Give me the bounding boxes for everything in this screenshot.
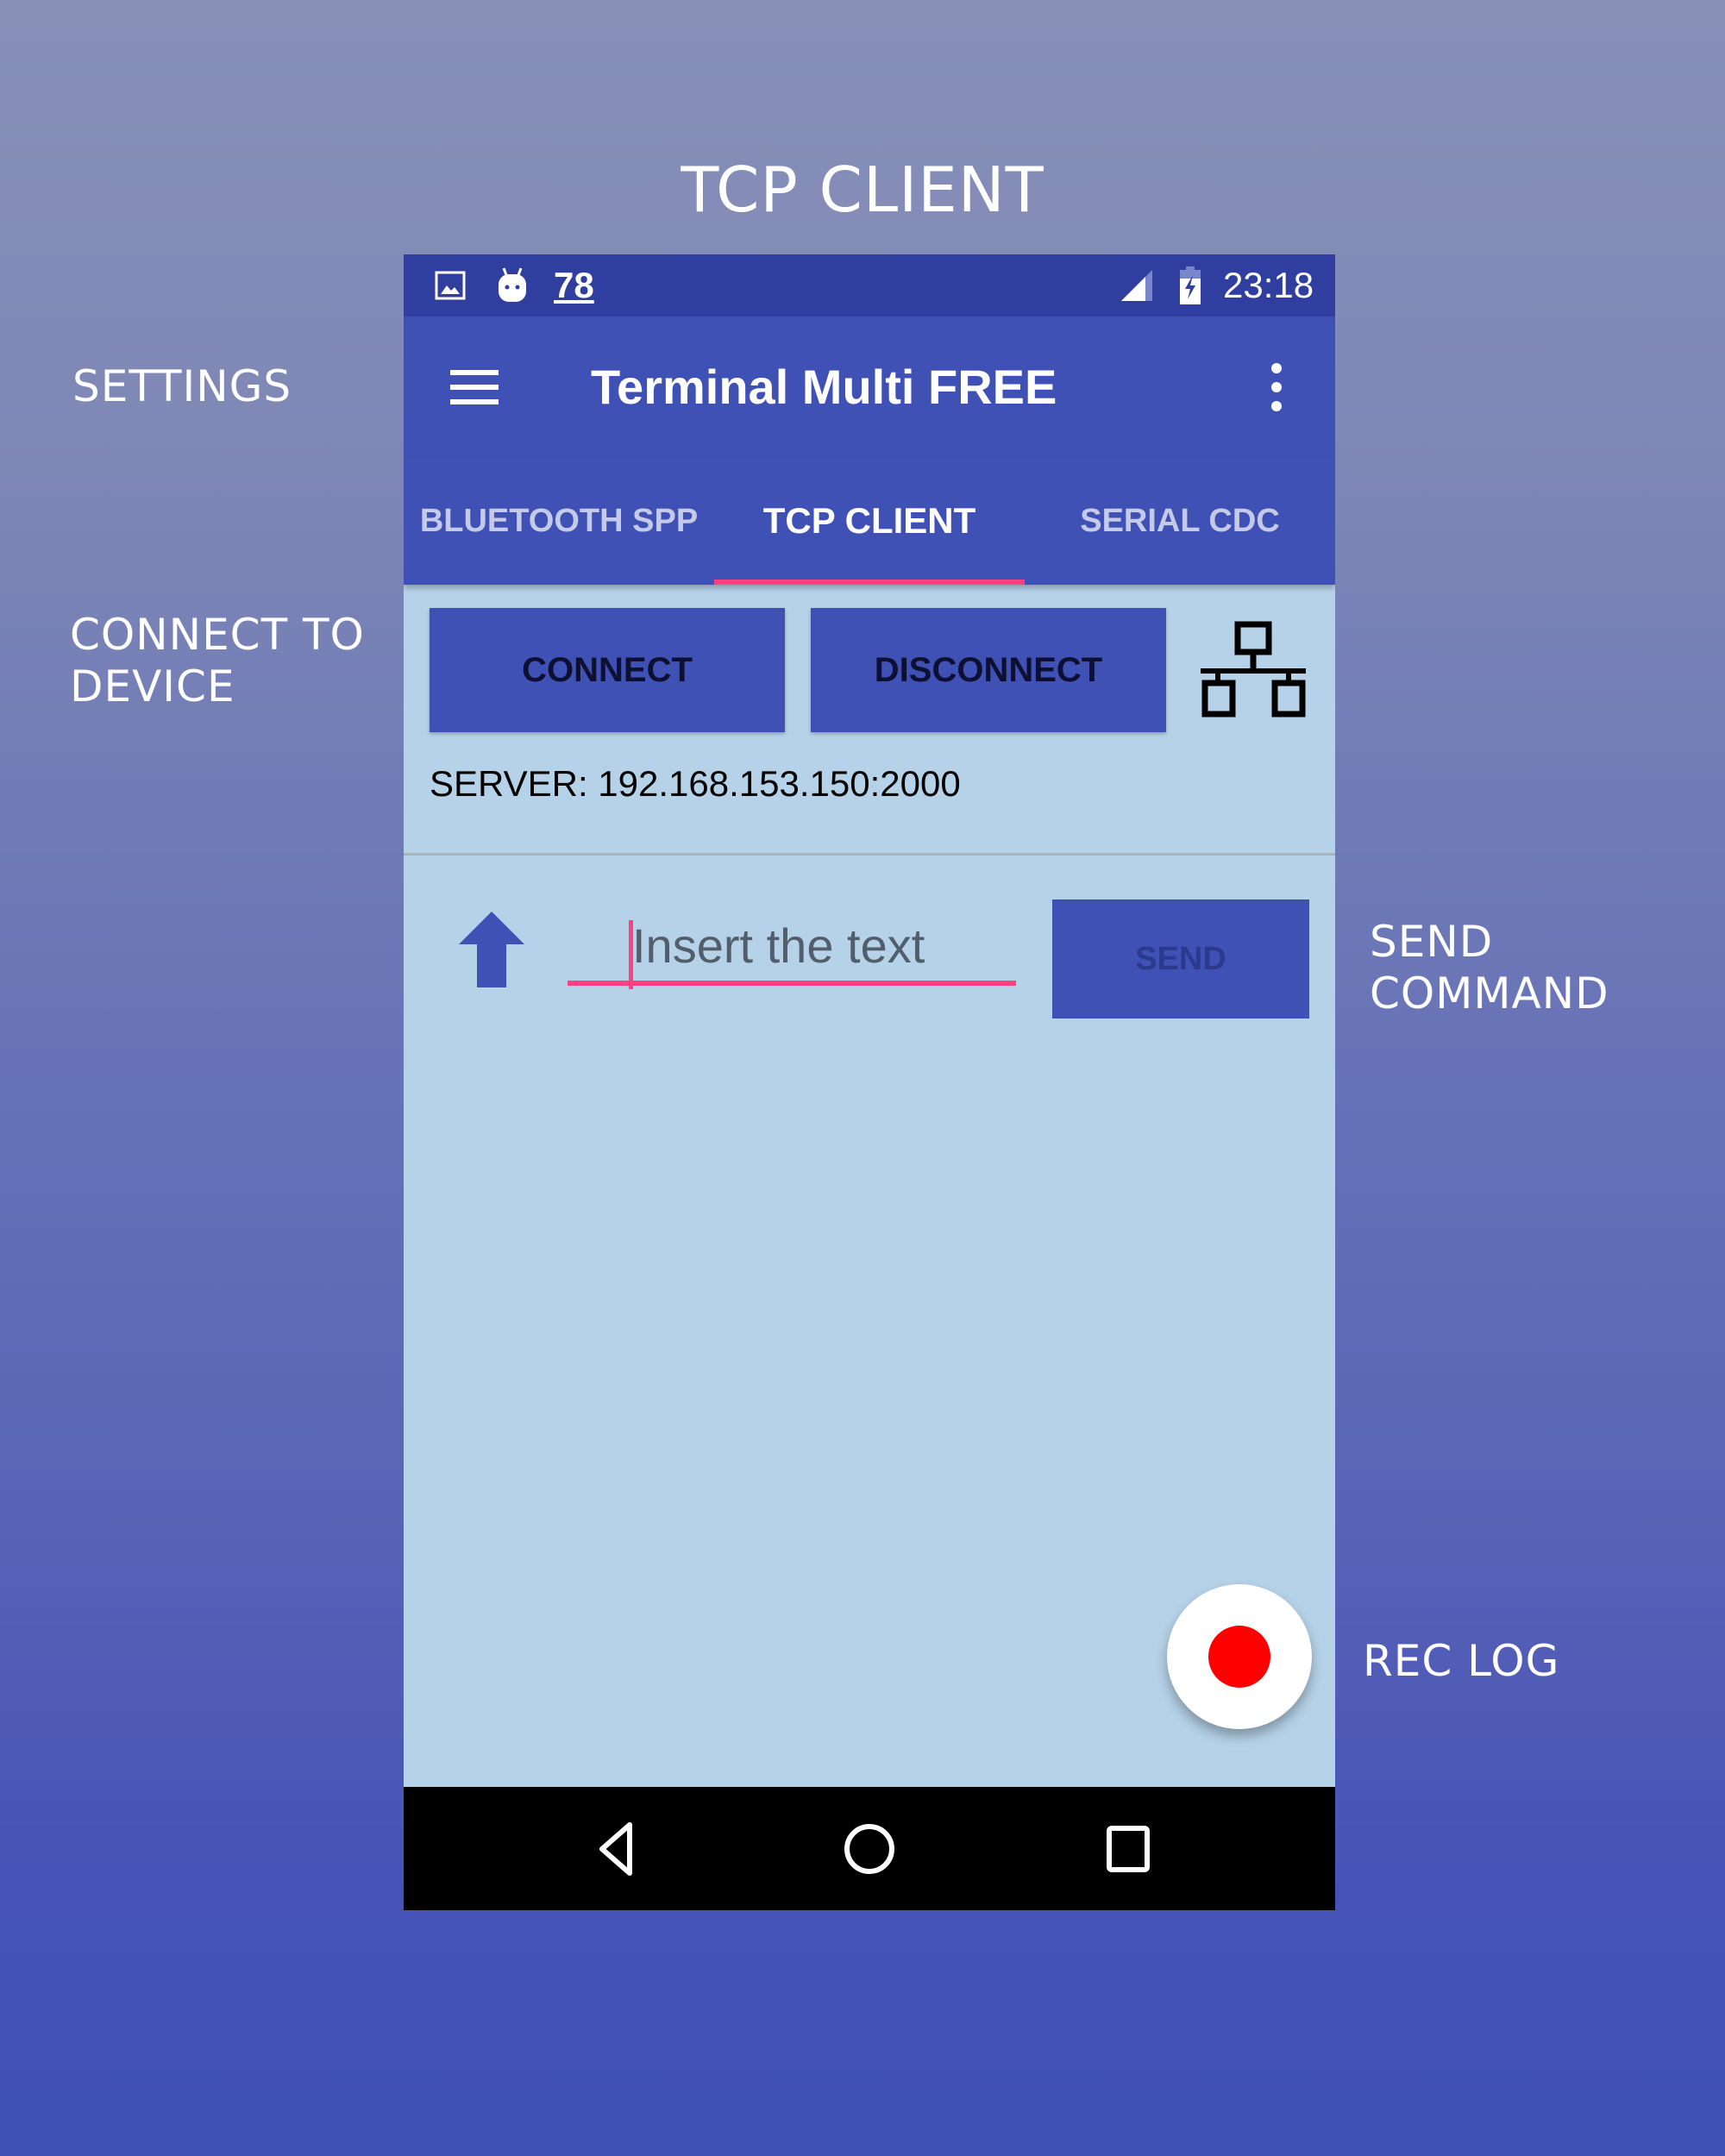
status-time: 23:18 bbox=[1223, 265, 1314, 305]
record-icon bbox=[1208, 1626, 1270, 1688]
home-icon[interactable] bbox=[838, 1818, 900, 1880]
notification-count: 78 bbox=[554, 265, 594, 305]
arrow-up-icon[interactable] bbox=[457, 910, 526, 989]
caption-settings: SETTINGS bbox=[72, 361, 292, 411]
screen-caption-title: TCP CLIENT bbox=[681, 154, 1044, 226]
recents-icon[interactable] bbox=[1097, 1818, 1159, 1880]
caption-connect-to-device: CONNECT TO DEVICE bbox=[70, 610, 365, 711]
tab-bluetooth-spp[interactable]: BLUETOOTH SPP bbox=[404, 457, 714, 585]
text-caret bbox=[629, 920, 633, 989]
back-icon[interactable] bbox=[585, 1818, 647, 1880]
app-title: Terminal Multi FREE bbox=[591, 360, 1057, 414]
tab-bar: BLUETOOTH SPP TCP CLIENT SERIAL CDC bbox=[404, 457, 1335, 585]
command-input-field bbox=[568, 910, 1016, 996]
caption-rec-log: REC LOG bbox=[1363, 1636, 1560, 1686]
battery-charging-icon bbox=[1178, 254, 1202, 317]
status-bar: 78 23:18 bbox=[404, 254, 1335, 317]
record-log-button[interactable] bbox=[1167, 1584, 1312, 1729]
hamburger-menu-icon[interactable] bbox=[447, 360, 502, 415]
connect-button[interactable]: CONNECT bbox=[430, 608, 785, 732]
app-toolbar: Terminal Multi FREE bbox=[404, 317, 1335, 457]
server-address: SERVER: 192.168.153.150:2000 bbox=[430, 763, 961, 804]
network-icon[interactable] bbox=[1197, 621, 1309, 720]
more-vert-icon[interactable] bbox=[1266, 360, 1287, 415]
caption-send-command: SEND COMMAND bbox=[1370, 917, 1609, 1018]
divider bbox=[404, 853, 1335, 856]
phone-screen: 78 23:18 Terminal Multi FREE BLUETOOTH S… bbox=[404, 254, 1335, 1910]
send-button[interactable]: SEND bbox=[1052, 899, 1309, 1018]
android-debug-icon bbox=[495, 254, 530, 317]
navigation-bar bbox=[404, 1787, 1335, 1910]
tab-tcp-client[interactable]: TCP CLIENT bbox=[714, 457, 1025, 585]
image-icon bbox=[435, 254, 466, 317]
disconnect-button[interactable]: DISCONNECT bbox=[811, 608, 1166, 732]
signal-icon bbox=[1120, 254, 1154, 317]
tab-serial-cdc[interactable]: SERIAL CDC bbox=[1025, 457, 1335, 585]
command-input[interactable] bbox=[568, 910, 1016, 986]
